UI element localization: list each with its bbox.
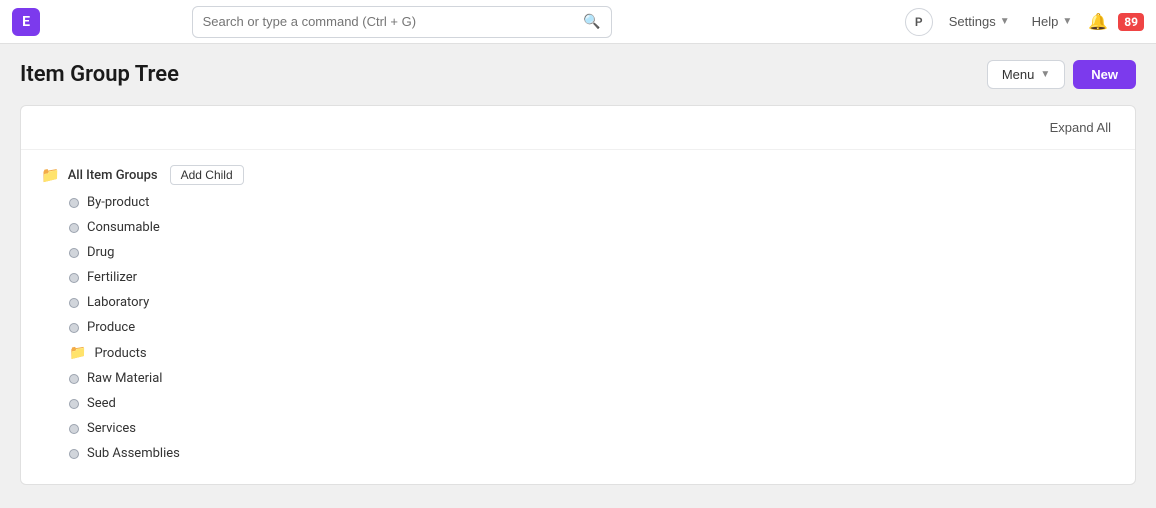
tree-item[interactable]: Laboratory	[65, 290, 1119, 315]
dot-icon	[69, 449, 79, 459]
dot-icon	[69, 198, 79, 208]
navbar: E 🔍 P Settings ▼ Help ▼ 🔔 89	[0, 0, 1156, 44]
dot-icon	[69, 374, 79, 384]
tree-item[interactable]: 📁 Products	[65, 340, 1119, 366]
help-label: Help	[1032, 14, 1059, 29]
tree-item[interactable]: Sub Assemblies	[65, 441, 1119, 466]
search-bar: 🔍	[192, 6, 612, 38]
tree-container: 📁 All Item Groups Add Child By-product Co…	[21, 150, 1135, 476]
tree-item[interactable]: Fertilizer	[65, 265, 1119, 290]
tree-root-label: All Item Groups	[68, 168, 158, 183]
settings-chevron-icon: ▼	[1000, 16, 1010, 27]
page-header: Item Group Tree Menu ▼ New	[0, 44, 1156, 105]
tree-item[interactable]: Seed	[65, 391, 1119, 416]
menu-label: Menu	[1002, 67, 1035, 82]
dot-icon	[69, 273, 79, 283]
settings-button[interactable]: Settings ▼	[943, 10, 1016, 33]
content-toolbar: Expand All	[21, 106, 1135, 150]
tree-item[interactable]: Services	[65, 416, 1119, 441]
tree-root-item[interactable]: 📁 All Item Groups Add Child	[37, 160, 1119, 190]
help-chevron-icon: ▼	[1062, 16, 1072, 27]
tree-item-label: Laboratory	[87, 295, 149, 310]
tree-item-label: Seed	[87, 396, 116, 411]
tree-item[interactable]: By-product	[65, 190, 1119, 215]
user-avatar[interactable]: P	[905, 8, 933, 36]
tree-children: By-product Consumable Drug Fertilizer Labora…	[37, 190, 1119, 466]
tree-item-label: Sub Assemblies	[87, 446, 180, 461]
search-input[interactable]	[203, 14, 578, 29]
tree-item-label: Produce	[87, 320, 135, 335]
tree-item-label: Fertilizer	[87, 270, 137, 285]
tree-item[interactable]: Consumable	[65, 215, 1119, 240]
tree-item-label: Consumable	[87, 220, 160, 235]
menu-button[interactable]: Menu ▼	[987, 60, 1065, 89]
dot-icon	[69, 399, 79, 409]
notification-badge[interactable]: 89	[1118, 13, 1144, 31]
tree-item[interactable]: Produce	[65, 315, 1119, 340]
add-child-button[interactable]: Add Child	[170, 165, 244, 185]
tree-item-label: Products	[94, 346, 146, 361]
tree-item-label: Services	[87, 421, 136, 436]
tree-item[interactable]: Raw Material	[65, 366, 1119, 391]
menu-chevron-icon: ▼	[1040, 69, 1050, 80]
new-button[interactable]: New	[1073, 60, 1136, 89]
tree-item[interactable]: Drug	[65, 240, 1119, 265]
dot-icon	[69, 323, 79, 333]
folder-icon: 📁	[69, 345, 86, 361]
dot-icon	[69, 298, 79, 308]
tree-item-label: Raw Material	[87, 371, 162, 386]
tree-item-label: By-product	[87, 195, 149, 210]
dot-icon	[69, 248, 79, 258]
bell-icon[interactable]: 🔔	[1088, 12, 1108, 31]
settings-label: Settings	[949, 14, 996, 29]
page-header-actions: Menu ▼ New	[987, 60, 1136, 89]
dot-icon	[69, 223, 79, 233]
page-title: Item Group Tree	[20, 62, 179, 87]
expand-all-button[interactable]: Expand All	[1042, 116, 1119, 139]
search-icon: 🔍	[583, 14, 600, 30]
root-folder-icon: 📁	[41, 166, 60, 184]
content-area: Expand All 📁 All Item Groups Add Child B…	[20, 105, 1136, 485]
app-logo[interactable]: E	[12, 8, 40, 36]
dot-icon	[69, 424, 79, 434]
tree-item-label: Drug	[87, 245, 114, 260]
help-button[interactable]: Help ▼	[1026, 10, 1079, 33]
navbar-right: P Settings ▼ Help ▼ 🔔 89	[905, 8, 1144, 36]
